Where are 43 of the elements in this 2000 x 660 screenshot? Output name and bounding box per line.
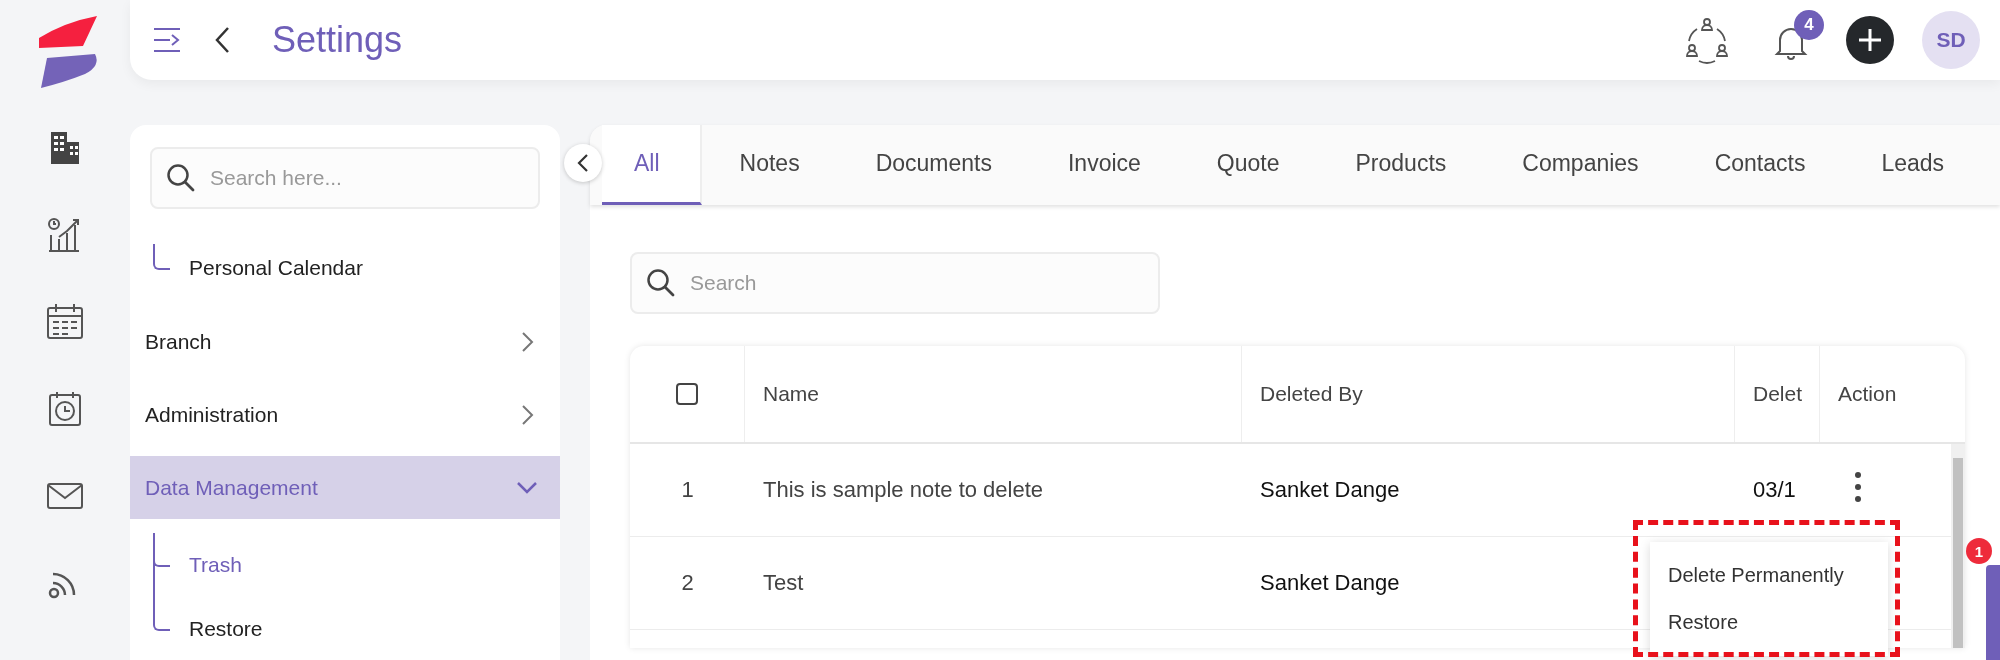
menu-item[interactable]: Delete Permanently [1650, 552, 1888, 599]
tab[interactable]: Products [1317, 125, 1485, 205]
column-header: Delet [1735, 346, 1820, 442]
search-icon [646, 268, 676, 298]
tab[interactable]: Quote [1178, 125, 1318, 205]
menu-icon[interactable] [152, 25, 182, 55]
settings-search-field[interactable]: Search here... [150, 147, 540, 209]
table-cell: 1 [681, 477, 694, 503]
tab[interactable]: Documents [837, 125, 1030, 205]
tab[interactable]: Notes [701, 125, 838, 205]
scrollbar[interactable] [1951, 444, 1965, 648]
sidebar-subitem[interactable]: Restore [130, 597, 560, 660]
sidebar-item[interactable]: Data Management [130, 456, 560, 519]
sidebar-item[interactable]: Branch [130, 310, 560, 373]
chevron-left-icon [576, 153, 590, 173]
table-cell: Sanket Dange [1260, 570, 1400, 596]
table-cell: Test [763, 570, 804, 596]
calendar-icon[interactable] [45, 302, 85, 342]
page-title: Settings [272, 19, 403, 61]
search-field[interactable]: Search [630, 252, 1160, 314]
table-cell: 03/1 [1753, 477, 1796, 503]
sidebar-subitem[interactable]: Trash [130, 533, 560, 597]
table-cell: Sanket Dange [1260, 477, 1400, 503]
menu-item[interactable]: Restore [1650, 599, 1888, 646]
column-header: Action [1837, 381, 1898, 407]
collapse-button[interactable] [564, 144, 602, 182]
tab[interactable]: Companies [1484, 125, 1677, 205]
tab[interactable]: Invoice [1030, 125, 1179, 205]
select-all-checkbox[interactable] [676, 383, 698, 405]
tab[interactable]: All [602, 125, 702, 205]
table-cell: This is sample note to delete [763, 477, 1044, 503]
plus-icon [1857, 27, 1883, 53]
table-cell: 2 [681, 570, 694, 596]
sidebar-item[interactable]: Administration [130, 383, 560, 446]
column-header: Name [745, 346, 1242, 442]
column-header: Deleted By [1242, 346, 1735, 442]
sidebar-subitem[interactable]: Personal Calendar [130, 236, 560, 300]
tab[interactable]: Contacts [1676, 125, 1844, 205]
add-button[interactable] [1846, 16, 1894, 64]
user-avatar[interactable]: SD [1922, 11, 1980, 69]
search-icon [166, 163, 196, 193]
notification-badge: 4 [1794, 10, 1824, 40]
tab[interactable]: Leads [1843, 125, 1983, 205]
